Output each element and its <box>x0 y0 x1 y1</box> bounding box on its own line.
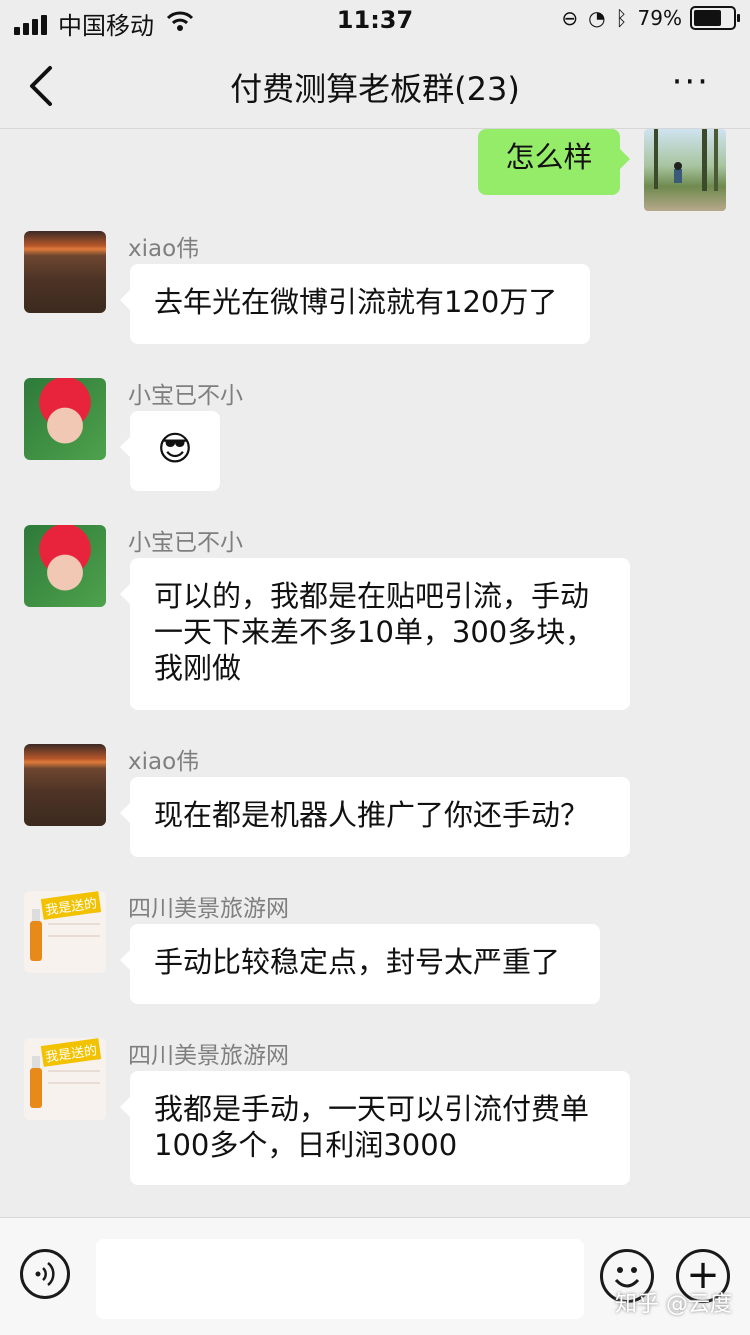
avatar-xiaobao[interactable] <box>24 378 106 460</box>
rotation-lock-icon: ⊖ <box>561 6 579 30</box>
chat-list[interactable]: 怎么样 xiao伟 去年光在微博引流就有120万了 小宝已不小 😎 小宝已不小 … <box>0 129 750 1217</box>
sender-name: xiao伟 <box>128 236 200 262</box>
sender-name: 四川美景旅游网 <box>128 896 289 922</box>
avatar-xiaowei[interactable] <box>24 744 106 826</box>
message-bubble[interactable]: 去年光在微博引流就有120万了 <box>120 264 590 344</box>
message-bubble-emoji[interactable]: 😎 <box>120 411 220 491</box>
sender-name: 四川美景旅游网 <box>128 1043 289 1069</box>
watermark: 知乎 @云度 <box>615 1292 732 1317</box>
status-bar: 中国移动 11:37 ⊖ ◔ ᛒ 79% <box>0 0 750 44</box>
battery-percent: 79% <box>637 6 682 30</box>
sender-name: xiao伟 <box>128 749 200 775</box>
message-bubble[interactable]: 可以的，我都是在贴吧引流，手动一天下来差不多10单，300多块，我刚做 <box>120 558 630 710</box>
bluetooth-icon: ᛒ <box>615 6 628 30</box>
alarm-icon: ◔ <box>588 6 606 30</box>
nav-bar: 付费测算老板群(23) ··· <box>0 44 750 129</box>
voice-button[interactable] <box>20 1249 70 1299</box>
message-bubble-self[interactable]: 怎么样 <box>478 129 630 195</box>
avatar-sichuan[interactable]: 我是送的 <box>24 1038 106 1120</box>
message-input[interactable] <box>96 1239 584 1319</box>
status-right: ⊖ ◔ ᛒ 79% <box>551 6 740 30</box>
more-button[interactable]: ··· <box>672 62 710 102</box>
chat-title: 付费测算老板群(23) <box>230 70 520 108</box>
message-bubble[interactable]: 手动比较稳定点，封号太严重了 <box>120 924 600 1004</box>
voice-icon <box>35 1262 55 1286</box>
avatar-sichuan[interactable]: 我是送的 <box>24 891 106 973</box>
sender-name: 小宝已不小 <box>128 530 243 556</box>
avatar-xiaobao[interactable] <box>24 525 106 607</box>
photo-thumbnail <box>654 129 718 191</box>
avatar-self[interactable] <box>644 129 726 211</box>
input-bar: + 知乎 @云度 <box>0 1217 750 1335</box>
battery-icon <box>690 6 740 30</box>
message-bubble[interactable]: 现在都是机器人推广了你还手动？ <box>120 777 630 857</box>
avatar-xiaowei[interactable] <box>24 231 106 313</box>
message-bubble[interactable]: 我都是手动，一天可以引流付费单100多个，日利润3000 <box>120 1071 630 1185</box>
sender-name: 小宝已不小 <box>128 383 243 409</box>
